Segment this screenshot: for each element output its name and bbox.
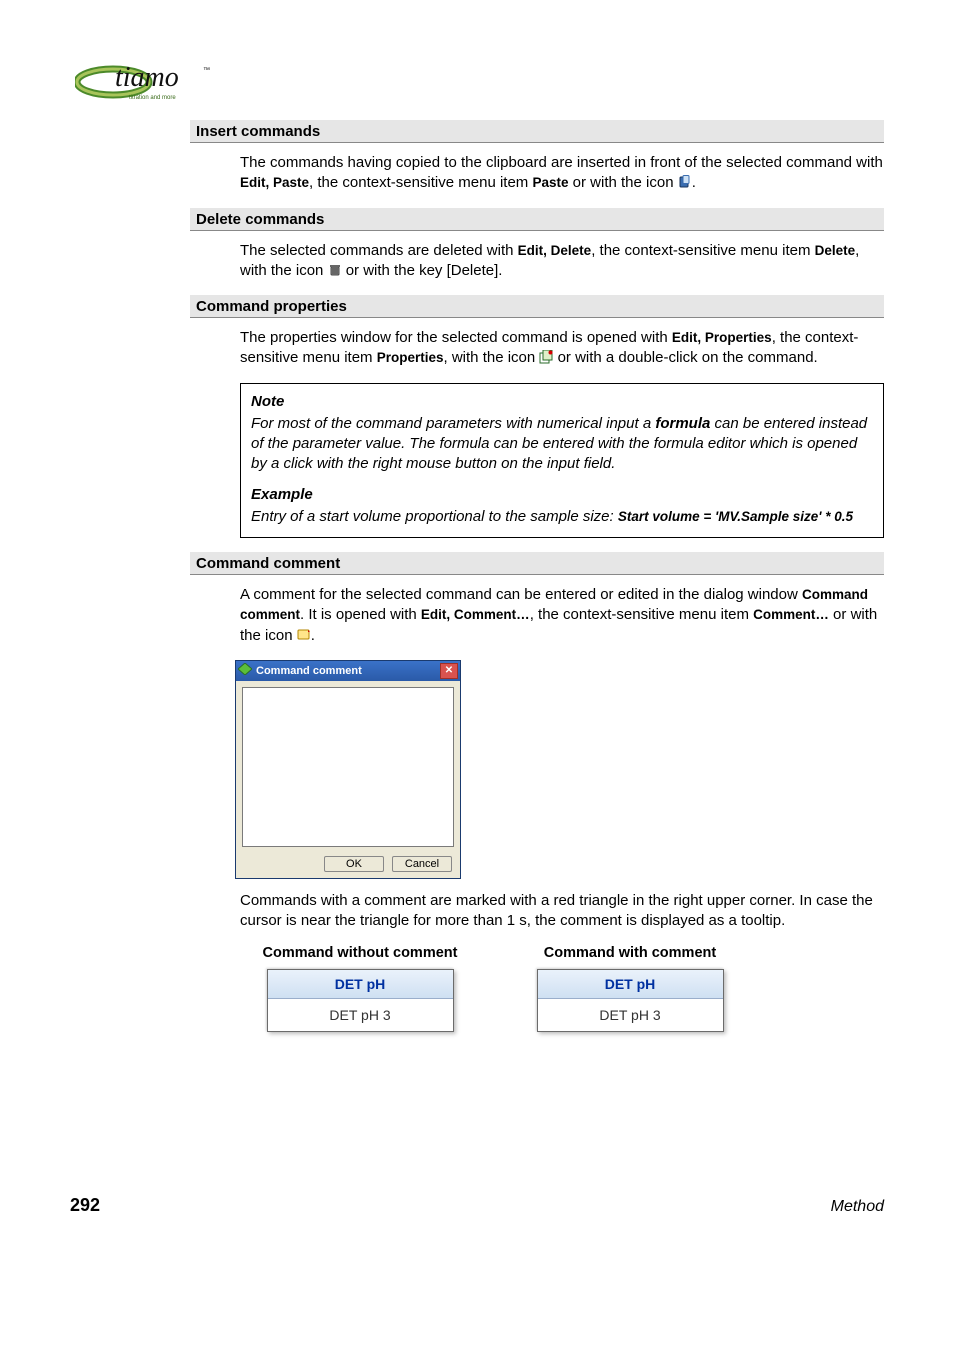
command-box-title: DET pH bbox=[268, 970, 453, 999]
section-title: Command properties bbox=[196, 298, 347, 315]
command-comment-dialog: Command comment ✕ OK Cancel bbox=[235, 660, 461, 879]
command-without-comment-col: Command without comment DET pH DET pH 3 bbox=[240, 945, 480, 1032]
svg-text:tiamo: tiamo bbox=[115, 62, 179, 93]
footer-section: Method bbox=[831, 1198, 884, 1216]
dialog-title: Command comment bbox=[256, 665, 362, 677]
example-text: Entry of a start volume proportional to … bbox=[251, 507, 873, 527]
dialog-app-icon bbox=[238, 663, 252, 678]
command-box: DET pH DET pH 3 bbox=[537, 969, 724, 1032]
command-box-label: DET pH 3 bbox=[538, 999, 723, 1031]
command-with-comment-col: Command with comment DET pH DET pH 3 bbox=[510, 945, 750, 1032]
section-command-comment: Command comment bbox=[190, 552, 884, 575]
tiamo-logo-svg: tiamo ™ titration and more bbox=[75, 56, 220, 111]
comment-icon bbox=[297, 628, 311, 642]
paste-icon bbox=[678, 175, 692, 189]
command-box-title: DET pH bbox=[538, 970, 723, 999]
col-title: Command with comment bbox=[510, 945, 750, 961]
section-command-properties: Command properties bbox=[190, 295, 884, 318]
example-title: Example bbox=[251, 485, 873, 505]
properties-icon bbox=[539, 350, 553, 364]
section-delete-commands: Delete commands bbox=[190, 208, 884, 231]
page-footer: 292 Method bbox=[70, 1195, 884, 1216]
tiamo-logo: tiamo ™ titration and more bbox=[75, 56, 220, 106]
col-title: Command without comment bbox=[240, 945, 480, 961]
page-number: 292 bbox=[70, 1195, 100, 1216]
note-text: For most of the command parameters with … bbox=[251, 414, 873, 475]
section-insert-commands: Insert commands bbox=[190, 120, 884, 143]
section-title: Insert commands bbox=[196, 123, 320, 140]
section-delete-body: The selected commands are deleted with E… bbox=[240, 241, 884, 282]
command-comparison: Command without comment DET pH DET pH 3 … bbox=[240, 945, 884, 1032]
svg-text:™: ™ bbox=[203, 67, 210, 74]
command-box-label: DET pH 3 bbox=[268, 999, 453, 1031]
trash-icon bbox=[328, 263, 342, 277]
dialog-close-button[interactable]: ✕ bbox=[440, 663, 458, 679]
section-comment-body: A comment for the selected command can b… bbox=[240, 585, 884, 646]
section-insert-body: The commands having copied to the clipbo… bbox=[240, 153, 884, 194]
section-props-body: The properties window for the selected c… bbox=[240, 328, 884, 369]
logo-subtitle: titration and more bbox=[129, 95, 176, 101]
note-title: Note bbox=[251, 392, 873, 412]
cancel-button[interactable]: Cancel bbox=[392, 856, 452, 872]
command-box: DET pH DET pH 3 bbox=[267, 969, 454, 1032]
section-title: Delete commands bbox=[196, 211, 324, 228]
ok-button[interactable]: OK bbox=[324, 856, 384, 872]
comment-textarea[interactable] bbox=[242, 687, 454, 847]
section-title: Command comment bbox=[196, 555, 340, 572]
comment-after-dialog: Commands with a comment are marked with … bbox=[240, 891, 884, 932]
dialog-titlebar[interactable]: Command comment ✕ bbox=[236, 661, 460, 681]
note-box: Note For most of the command parameters … bbox=[240, 383, 884, 539]
